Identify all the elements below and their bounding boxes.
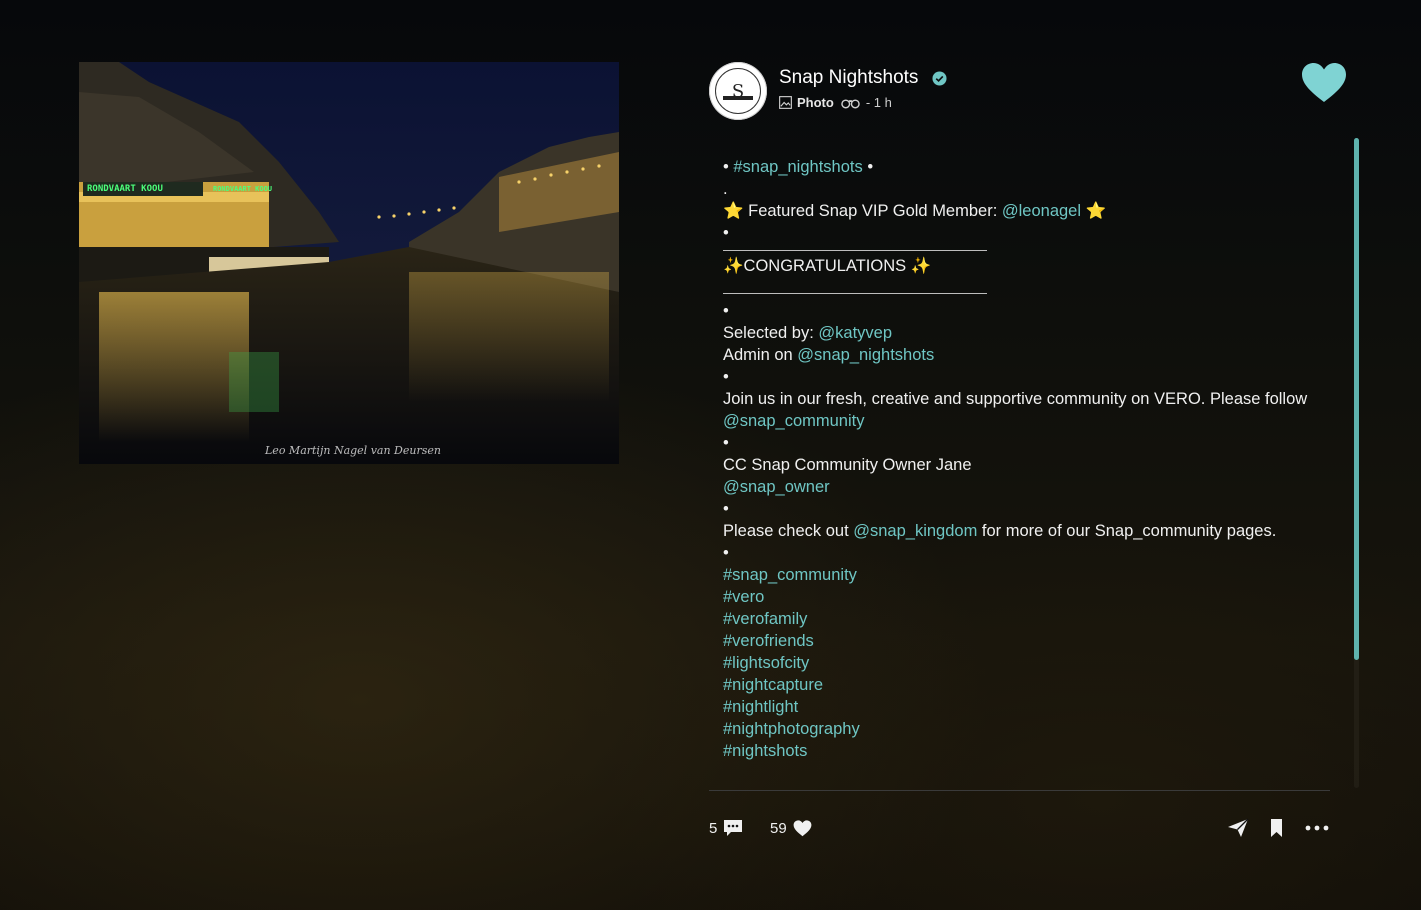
hashtag-link[interactable]: #nightlight xyxy=(723,698,798,716)
user-mention-link[interactable]: @snap_owner xyxy=(723,478,830,496)
footer-divider xyxy=(709,790,1330,791)
featured-suffix: ⭐ xyxy=(1081,202,1107,220)
join-text: Join us in our fresh, creative and suppo… xyxy=(723,390,1308,408)
share-icon[interactable] xyxy=(1227,818,1249,838)
user-mention-link[interactable]: @snap_community xyxy=(723,412,864,430)
likes-button[interactable]: 59 xyxy=(770,818,812,838)
account-avatar[interactable]: S xyxy=(709,62,767,120)
check-prefix: Please check out xyxy=(723,522,854,540)
hashtag-link[interactable]: #verofriends xyxy=(723,632,814,650)
avatar-letter: S xyxy=(715,68,761,114)
caption-bullet: • xyxy=(723,302,729,320)
bookmark-icon[interactable] xyxy=(1266,818,1288,838)
verified-badge-icon xyxy=(932,71,947,86)
post-time: - 1 h xyxy=(865,95,892,110)
admin-label: Admin on xyxy=(723,346,798,364)
hashtag-link[interactable]: #snap_nightshots xyxy=(733,158,862,176)
account-name[interactable]: Snap Nightshots xyxy=(779,67,918,89)
comment-icon xyxy=(724,820,743,836)
caption-bullet: • xyxy=(723,368,729,386)
caption-scrollbar-thumb[interactable] xyxy=(1354,138,1359,660)
post-caption: • #snap_nightshots • . ⭐ Featured Snap V… xyxy=(723,156,1323,790)
photo-sign-1: RONDVAART KOOU xyxy=(87,184,163,194)
caption-bullet: • xyxy=(723,500,729,518)
photo-sign-2: RONDVAART KOOU xyxy=(213,185,272,193)
like-count: 59 xyxy=(770,819,787,837)
caption-line: Please check out @snap_kingdom for more … xyxy=(723,520,1323,542)
caption-line: ⭐ Featured Snap VIP Gold Member: @leonag… xyxy=(723,200,1323,222)
congrats-text: ✨CONGRATULATIONS ✨ xyxy=(723,257,932,275)
caption-bullet: . xyxy=(723,180,728,198)
hashtag-link[interactable]: #nightcapture xyxy=(723,676,823,694)
caption-line: Admin on @snap_nightshots xyxy=(723,344,1323,366)
caption-line: • #snap_nightshots • xyxy=(723,158,874,176)
like-heart-icon xyxy=(793,819,812,836)
canal-night-photo: RONDVAART KOOU RONDVAART KOOU xyxy=(79,62,619,464)
avatar-logo-bar xyxy=(723,96,753,100)
cc-text: CC Snap Community Owner Jane xyxy=(723,456,972,474)
hashtag-link[interactable]: #nightshots xyxy=(723,742,807,760)
hashtag-link[interactable]: #snap_community xyxy=(723,566,857,584)
hashtag-link[interactable]: #lightsofcity xyxy=(723,654,809,672)
photo-icon xyxy=(779,96,792,109)
hashtag-link[interactable]: #nightphotography xyxy=(723,720,860,738)
caption-line: Join us in our fresh, creative and suppo… xyxy=(723,388,1323,432)
post-meta: Photo - 1 h xyxy=(779,95,892,110)
post-photo[interactable]: RONDVAART KOOU RONDVAART KOOU Leo Martij… xyxy=(79,62,619,464)
user-mention-link[interactable]: @snap_nightshots xyxy=(797,346,934,364)
featured-text: ⭐ Featured Snap VIP Gold Member: xyxy=(723,202,1002,220)
user-mention-link[interactable]: @leonagel xyxy=(1002,202,1081,220)
hashtag-link[interactable]: #vero xyxy=(723,588,764,606)
heart-icon[interactable] xyxy=(1301,62,1347,104)
caption-bullet: • xyxy=(723,224,729,242)
caption-bullet: • xyxy=(723,434,729,452)
caption-rule xyxy=(723,250,987,251)
hashtag-link[interactable]: #verofamily xyxy=(723,610,807,628)
more-icon[interactable] xyxy=(1304,818,1330,838)
comments-button[interactable]: 5 xyxy=(709,818,743,838)
caption-line: Selected by: @katyvep xyxy=(723,322,1323,344)
check-suffix: for more of our Snap_community pages. xyxy=(977,522,1277,540)
binoculars-icon xyxy=(841,98,860,108)
user-mention-link[interactable]: @snap_kingdom xyxy=(853,522,977,540)
post-type-label: Photo xyxy=(797,95,834,110)
caption-bullet: • xyxy=(723,544,729,562)
comment-count: 5 xyxy=(709,819,718,837)
user-mention-link[interactable]: @katyvep xyxy=(818,324,892,342)
photo-watermark: Leo Martijn Nagel van Deursen xyxy=(265,444,441,457)
selected-by-label: Selected by: xyxy=(723,324,819,342)
caption-rule xyxy=(723,293,987,294)
